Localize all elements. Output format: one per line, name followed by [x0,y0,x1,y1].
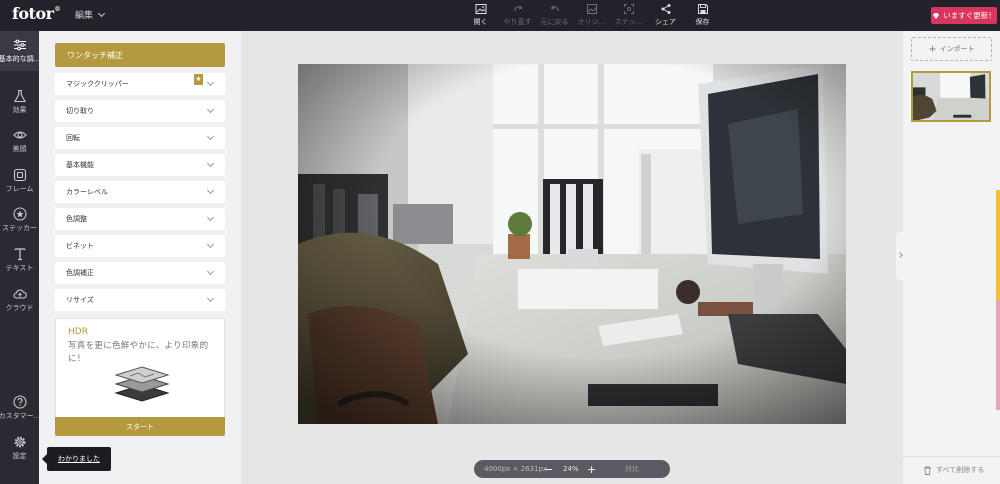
flask-icon [13,89,26,103]
image-thumbnail[interactable] [911,71,991,122]
import-button[interactable]: + インポート [911,37,992,61]
eye-icon [12,131,27,139]
canvas-photo[interactable] [298,64,846,424]
image-size-readout: 4000px × 2631px [484,465,548,473]
section-color-correction[interactable]: 色調補正 [55,262,225,284]
section-basic[interactable]: 基本機能 [55,154,225,176]
section-color-adjust[interactable]: 色調整 [55,208,225,230]
chevron-down-icon [206,294,215,303]
save-icon [697,4,708,14]
save-button[interactable]: 保存 [684,3,721,27]
edit-menu[interactable]: 編集 [75,8,106,21]
hdr-title: HDR [68,327,88,337]
chevron-down-icon [206,240,215,249]
layers-icon [114,366,170,402]
plus-icon: + [928,43,937,55]
rail-item-sticker[interactable]: ステッカー [0,200,39,240]
bookmark-icon [194,74,203,85]
fotor-logo[interactable]: fotor® [12,4,61,23]
chevron-down-icon [206,159,215,168]
compare-icon [586,4,597,14]
office-desk-photo [298,64,846,424]
chevron-down-icon [206,132,215,141]
zoom-out-button[interactable]: − [544,463,553,476]
chevron-down-icon [206,105,215,114]
rail-item-text[interactable]: テキスト [0,240,39,280]
top-bar: fotor® 編集 開く やり直す 元に戻る オリジ... スナッ... シェア [0,0,1000,31]
rail-item-effects[interactable]: 効果 [0,82,39,122]
redo-button[interactable]: やり直す [499,3,536,27]
zoom-bar: 4000px × 2631px − 24% + 対比 [474,460,670,478]
zoom-in-button[interactable]: + [587,463,596,476]
rail-item-beauty[interactable]: 美顔 [0,121,39,161]
divider [903,456,1000,457]
gem-icon [933,12,940,19]
hdr-start-button[interactable]: スタート [55,417,225,436]
image-icon [475,4,486,14]
cloud-icon [12,289,27,299]
sliders-icon [13,39,26,51]
section-color-level[interactable]: カラーレベル [55,181,225,203]
onboarding-tooltip[interactable]: わかりました [42,447,111,471]
chevron-down-icon [206,267,215,276]
section-rotate[interactable]: 回転 [55,127,225,149]
rail-item-customer-support[interactable]: カスタマー... [0,388,39,428]
compare-button[interactable]: 対比 [625,464,639,474]
star-icon [12,207,27,221]
edge-strip [996,190,1000,410]
one-touch-button[interactable]: ワンタッチ補正 [55,43,225,67]
text-icon [13,248,26,261]
left-rail: 基本的な調... 効果 美顔 フレーム ステッカー テキスト クラウド カスタマ… [0,31,39,484]
chevron-down-icon [206,186,215,195]
rail-item-settings[interactable]: 設定 [0,428,39,468]
chevron-down-icon [206,213,215,222]
edit-menu-label: 編集 [75,11,94,21]
section-vignette[interactable]: ビネット [55,235,225,257]
settings-icon [14,436,25,448]
right-panel: + インポート すべて削除する [903,31,1000,484]
frame-icon [13,168,26,182]
section-crop[interactable]: 切り取り [55,100,225,122]
snapshot-button[interactable]: スナッ... [610,3,647,27]
trash-icon [924,466,931,475]
adjust-panel: ワンタッチ補正 マジッククリッパー 切り取り 回転 基本機能 カラーレベル 色調… [39,31,241,484]
snapshot-icon [623,4,634,14]
original-button[interactable]: オリジ... [573,3,610,27]
delete-all-button[interactable]: すべて削除する [923,465,984,475]
zoom-level: 24% [563,465,579,473]
section-resize[interactable]: リサイズ [55,289,225,311]
rail-item-frame[interactable]: フレーム [0,161,39,201]
undo-icon [550,5,559,12]
rail-item-basic-adjust[interactable]: 基本的な調... [0,31,39,71]
chevron-down-icon [97,9,106,17]
got-it-link[interactable]: わかりました [58,454,100,464]
rail-item-cloud[interactable]: クラウド [0,280,39,320]
share-icon [661,4,670,14]
undo-button[interactable]: 元に戻る [536,3,573,27]
help-icon [12,395,27,409]
upgrade-button[interactable]: いますぐ更新！ [931,7,997,24]
toolbar: 開く やり直す 元に戻る オリジ... スナッ... シェア 保存 [462,3,721,27]
redo-icon [513,5,522,12]
thumbnail-photo [913,73,989,120]
chevron-down-icon [206,78,215,87]
section-magic-clipper[interactable]: マジッククリッパー [55,73,225,95]
share-button[interactable]: シェア [647,3,684,27]
open-button[interactable]: 開く [462,3,499,27]
